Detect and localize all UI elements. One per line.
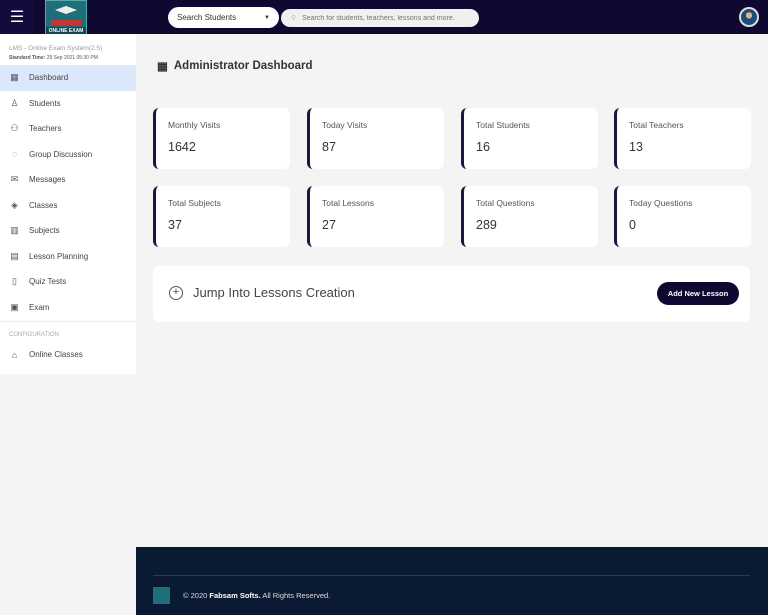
sidebar-item-exam[interactable]: ▣ Exam — [0, 295, 136, 321]
online-classes-icon: ⌂ — [11, 349, 18, 360]
messages-icon: ✉ — [10, 174, 19, 185]
stat-card-monthly-visits[interactable]: Monthly Visits 1642 — [153, 108, 290, 169]
sidebar-item-subjects[interactable]: ▥ Subjects — [0, 218, 136, 244]
stat-label: Today Visits — [322, 120, 368, 130]
caret-down-icon: ▼ — [264, 14, 270, 21]
search-box[interactable]: ⚲ — [281, 9, 479, 27]
dashboard-icon: ▦ — [157, 61, 168, 73]
stat-value: 27 — [322, 218, 336, 232]
quiz-tests-icon: ▯ — [12, 276, 17, 287]
stat-value: 13 — [629, 140, 643, 154]
stat-label: Total Teachers — [629, 120, 684, 130]
stat-card-total-teachers[interactable]: Total Teachers 13 — [614, 108, 751, 169]
sidebar-item-online-classes[interactable]: ⌂ Online Classes — [0, 342, 136, 368]
students-icon: ♙ — [10, 97, 19, 108]
exam-icon: ▣ — [10, 301, 19, 312]
stat-label: Today Questions — [629, 198, 693, 208]
stat-card-total-lessons[interactable]: Total Lessons 27 — [307, 186, 444, 247]
sidebar-item-dashboard[interactable]: ▦ Dashboard — [0, 65, 136, 91]
subjects-icon: ▥ — [10, 225, 19, 236]
stat-card-total-students[interactable]: Total Students 16 — [461, 108, 598, 169]
system-name: LMS - Online Exam System(2.5) — [9, 45, 103, 52]
lesson-planning-icon: ▤ — [10, 250, 19, 261]
stat-value: 87 — [322, 140, 336, 154]
avatar[interactable] — [739, 7, 759, 27]
stat-card-total-questions[interactable]: Total Questions 289 — [461, 186, 598, 247]
footer-logo — [153, 587, 170, 604]
group-discussion-icon: ◌ — [11, 149, 18, 160]
page-title: ▦ Administrator Dashboard — [157, 60, 313, 73]
sidebar-item-group-discussion[interactable]: ◌ Group Discussion — [0, 142, 136, 168]
logo[interactable]: ONLINE EXAM — [45, 0, 87, 36]
search-input[interactable] — [302, 14, 473, 22]
add-new-lesson-button[interactable]: Add New Lesson — [657, 282, 739, 305]
search-type-select[interactable]: Search Students ▼ — [168, 7, 279, 28]
stat-card-today-questions[interactable]: Today Questions 0 — [614, 186, 751, 247]
stat-value: 16 — [476, 140, 490, 154]
stat-card-total-subjects[interactable]: Total Subjects 37 — [153, 186, 290, 247]
sidebar: LMS - Online Exam System(2.5) Standard T… — [0, 34, 136, 374]
sidebar-item-teachers[interactable]: ⚇ Teachers — [0, 116, 136, 142]
jump-card: + Jump Into Lessons Creation Add New Less… — [153, 266, 750, 322]
top-bar: ☰ ONLINE EXAM Search Students ▼ ⚲ — [0, 0, 768, 36]
sidebar-item-quiz-tests[interactable]: ▯ Quiz Tests — [0, 269, 136, 295]
jump-title: Jump Into Lessons Creation — [193, 285, 355, 300]
standard-time: Standard Time: 29 Sep 2021 05:30 PM — [9, 55, 98, 61]
sidebar-item-lesson-planning[interactable]: ▤ Lesson Planning — [0, 244, 136, 270]
sidebar-item-students[interactable]: ♙ Students — [0, 91, 136, 117]
sidebar-item-messages[interactable]: ✉ Messages — [0, 167, 136, 193]
classes-icon: ◈ — [11, 199, 18, 210]
copyright: © 2020 Fabsam Softs. All Rights Reserved… — [183, 591, 331, 600]
section-configuration: CONFIGURATION — [0, 321, 136, 342]
dashboard-icon: ▦ — [10, 72, 19, 83]
stat-value: 289 — [476, 218, 497, 232]
hamburger-icon[interactable]: ☰ — [0, 0, 34, 34]
stat-label: Monthly Visits — [168, 120, 221, 130]
teachers-icon: ⚇ — [10, 123, 19, 134]
stat-label: Total Questions — [476, 198, 535, 208]
stat-label: Total Lessons — [322, 198, 374, 208]
stat-value: 0 — [629, 218, 636, 232]
plus-circle-icon[interactable]: + — [169, 285, 183, 300]
search-icon: ⚲ — [291, 15, 297, 22]
sidebar-item-classes[interactable]: ◈ Classes — [0, 193, 136, 219]
footer: © 2020 Fabsam Softs. All Rights Reserved… — [136, 547, 768, 615]
stat-label: Total Subjects — [168, 198, 221, 208]
stat-value: 1642 — [168, 140, 196, 154]
stat-card-today-visits[interactable]: Today Visits 87 — [307, 108, 444, 169]
stat-value: 37 — [168, 218, 182, 232]
stat-label: Total Students — [476, 120, 530, 130]
